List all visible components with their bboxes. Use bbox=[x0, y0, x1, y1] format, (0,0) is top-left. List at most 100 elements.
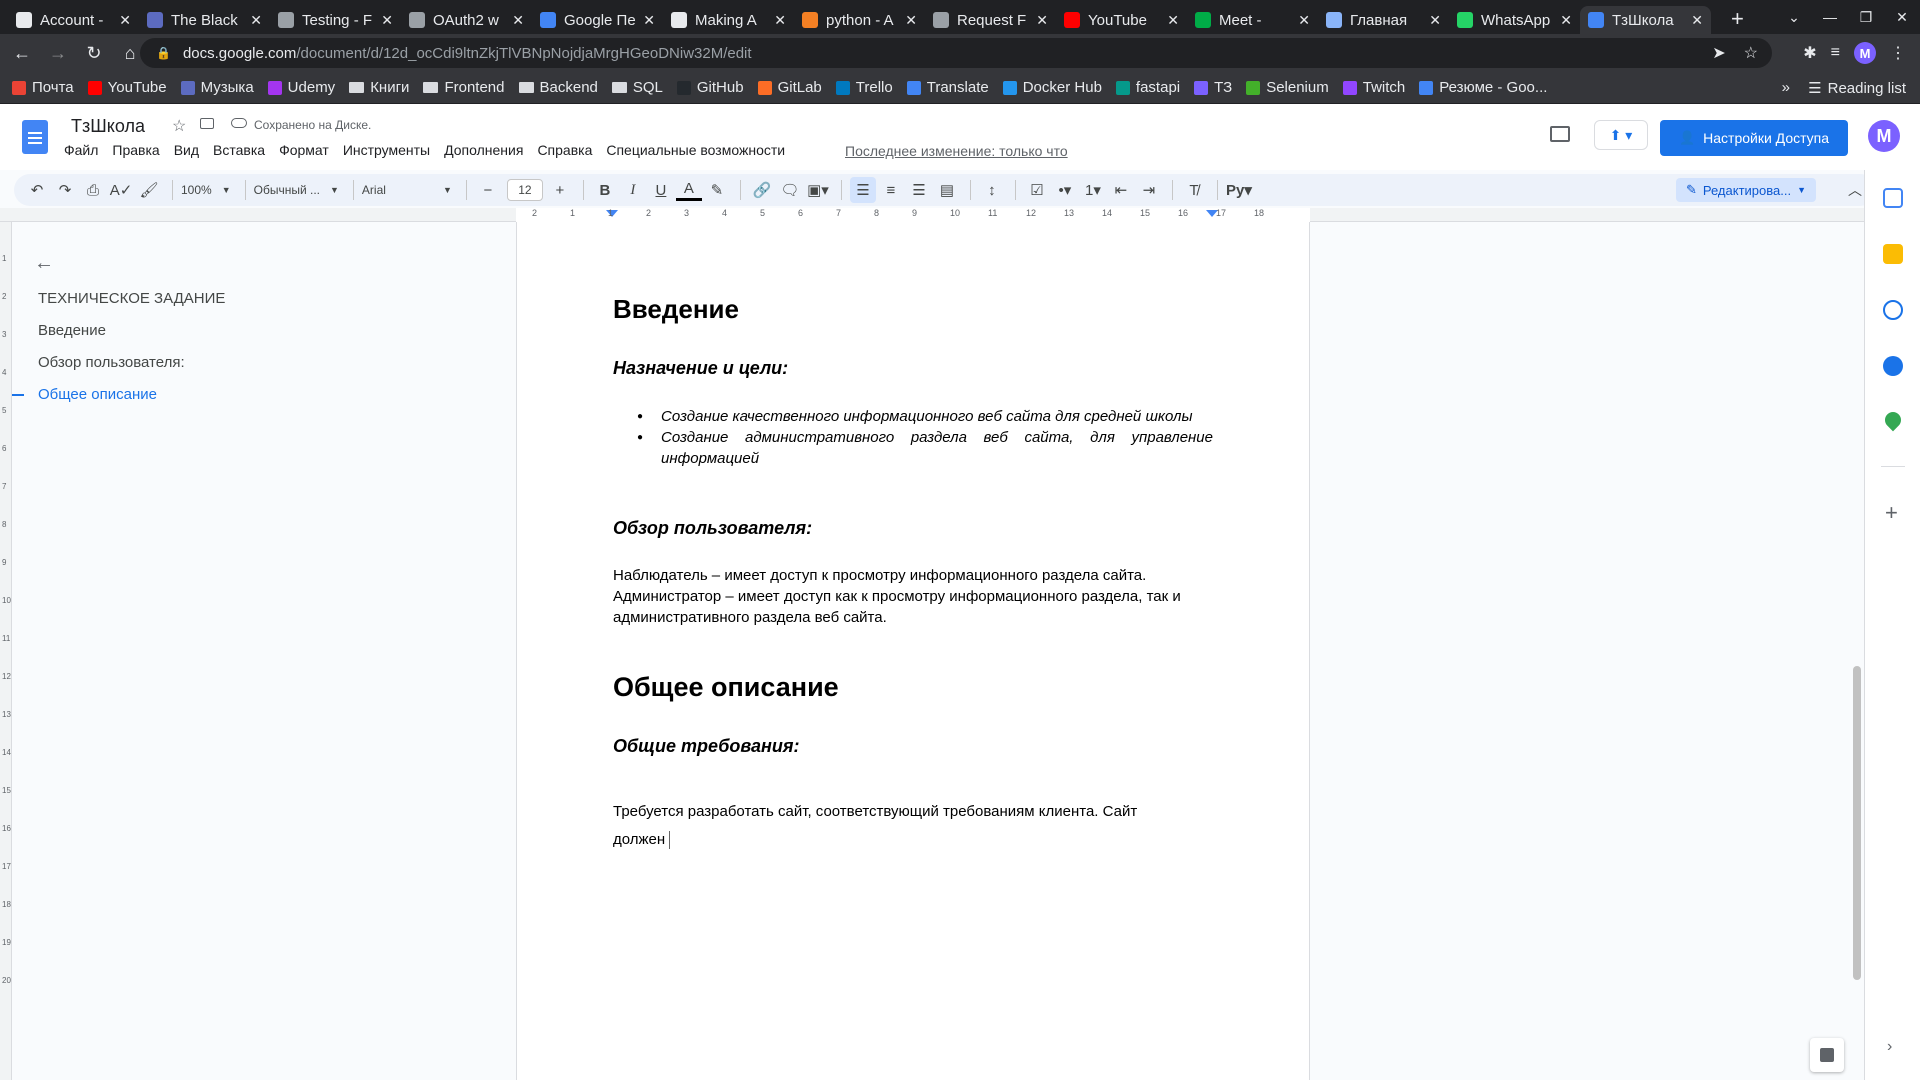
bookmark-item[interactable]: Backend bbox=[518, 79, 598, 96]
link-icon[interactable]: 🔗 bbox=[749, 177, 775, 203]
browser-tab[interactable]: ТзШкола ✕ bbox=[1580, 6, 1711, 34]
editing-mode-select[interactable]: ✎ Редактирова... ▼ bbox=[1675, 178, 1816, 202]
outline-item[interactable]: Обзор пользователя: bbox=[38, 354, 185, 371]
document-title[interactable]: ТзШкола bbox=[71, 116, 145, 137]
browser-tab[interactable]: The Black ✕ bbox=[139, 6, 270, 34]
line-spacing-icon[interactable]: ↕ bbox=[979, 177, 1005, 203]
reading-list-button[interactable]: ☰ Reading list bbox=[1808, 79, 1906, 98]
input-tools-icon[interactable]: Py▾ bbox=[1226, 177, 1252, 203]
list-item[interactable]: Создание административного раздела веб с… bbox=[613, 427, 1213, 469]
bookmarks-overflow-icon[interactable]: » bbox=[1782, 79, 1790, 96]
zoom-select[interactable]: 100% ▼ bbox=[181, 183, 231, 197]
close-window-icon[interactable]: ✕ bbox=[1884, 9, 1920, 26]
clear-formatting-icon[interactable]: T̸ bbox=[1181, 177, 1207, 203]
print-icon[interactable]: ⎙ bbox=[80, 177, 106, 203]
bookmark-item[interactable]: Резюме - Goo... bbox=[1419, 79, 1547, 96]
browser-tab[interactable]: python - A ✕ bbox=[794, 6, 925, 34]
style-select[interactable]: Обычный ... ▼ bbox=[254, 183, 339, 197]
subheading-requirements[interactable]: Общие требования: bbox=[613, 736, 799, 757]
collapse-menus-icon[interactable]: ︿ bbox=[1848, 180, 1862, 200]
browser-tab[interactable]: OAuth2 w ✕ bbox=[401, 6, 532, 34]
checklist-icon[interactable]: ☑ bbox=[1024, 177, 1050, 203]
account-avatar[interactable]: M bbox=[1868, 120, 1900, 152]
menu-item[interactable]: Инструменты bbox=[343, 142, 430, 158]
contacts-icon[interactable] bbox=[1883, 356, 1903, 376]
bookmark-item[interactable]: YouTube bbox=[87, 79, 167, 96]
bookmark-item[interactable]: ТЗ bbox=[1194, 79, 1232, 96]
bold-icon[interactable]: B bbox=[592, 177, 618, 203]
url-bar[interactable]: 🔒 docs.google.com /document/d/12d_ocCdi9… bbox=[140, 38, 1772, 68]
share-button[interactable]: 👤 Настройки Доступа bbox=[1660, 120, 1848, 156]
close-tab-icon[interactable]: ✕ bbox=[1167, 12, 1179, 29]
bookmark-item[interactable]: Twitch bbox=[1342, 79, 1405, 96]
extensions-icon[interactable]: ✱ bbox=[1803, 43, 1816, 63]
bookmark-item[interactable]: Udemy bbox=[267, 79, 335, 96]
bookmark-item[interactable]: GitHub bbox=[676, 79, 744, 96]
align-left-icon[interactable]: ☰ bbox=[849, 177, 876, 203]
close-tab-icon[interactable]: ✕ bbox=[1298, 12, 1310, 29]
star-icon[interactable]: ☆ bbox=[172, 116, 186, 136]
requirements-line-2[interactable]: должен bbox=[613, 829, 671, 850]
browser-tab[interactable]: Testing - F ✕ bbox=[270, 6, 401, 34]
comments-icon[interactable] bbox=[1550, 126, 1570, 142]
decrease-indent-icon[interactable]: ⇤ bbox=[1108, 177, 1134, 203]
text-color-icon[interactable]: A bbox=[675, 179, 702, 201]
present-button[interactable]: ⬆ ▾ bbox=[1594, 120, 1648, 150]
bookmark-item[interactable]: Trello bbox=[835, 79, 893, 96]
italic-icon[interactable]: I bbox=[620, 177, 646, 203]
spellcheck-icon[interactable]: A✓ bbox=[108, 177, 134, 203]
close-tab-icon[interactable]: ✕ bbox=[119, 12, 131, 29]
close-tab-icon[interactable]: ✕ bbox=[643, 12, 655, 29]
browser-menu-icon[interactable]: ⋮ bbox=[1890, 43, 1906, 63]
close-tab-icon[interactable]: ✕ bbox=[381, 12, 393, 29]
browser-tab[interactable]: Request F ✕ bbox=[925, 6, 1056, 34]
decrease-font-size-button[interactable]: − bbox=[475, 177, 501, 203]
close-tab-icon[interactable]: ✕ bbox=[1036, 12, 1048, 29]
browser-tab[interactable]: YouTube ✕ bbox=[1056, 6, 1187, 34]
menu-item[interactable]: Файл bbox=[64, 142, 98, 158]
close-tab-icon[interactable]: ✕ bbox=[250, 12, 262, 29]
scrollbar-thumb[interactable] bbox=[1853, 666, 1861, 980]
browser-tab[interactable]: WhatsApp ✕ bbox=[1449, 6, 1580, 34]
bookmark-item[interactable]: Почта bbox=[12, 79, 74, 96]
bookmark-item[interactable]: Музыка bbox=[180, 79, 254, 96]
subheading-users[interactable]: Обзор пользователя: bbox=[613, 518, 812, 539]
document-page[interactable]: Введение Назначение и цели: Создание кач… bbox=[516, 222, 1310, 1080]
reload-icon[interactable]: ↻ bbox=[80, 43, 108, 64]
add-comment-icon[interactable]: 🗨 bbox=[777, 177, 803, 203]
docs-logo-icon[interactable] bbox=[22, 120, 48, 154]
close-tab-icon[interactable]: ✕ bbox=[774, 12, 786, 29]
send-to-devices-icon[interactable]: ➤ bbox=[1712, 43, 1725, 63]
heading-introduction[interactable]: Введение bbox=[613, 294, 739, 325]
font-size-input[interactable]: 12 bbox=[506, 179, 543, 201]
tasks-icon[interactable] bbox=[1883, 300, 1903, 320]
explore-button[interactable] bbox=[1810, 1038, 1844, 1072]
close-tab-icon[interactable]: ✕ bbox=[512, 12, 524, 29]
requirements-line-1[interactable]: Требуется разработать сайт, соответствую… bbox=[613, 801, 1137, 822]
menu-item[interactable]: Вид bbox=[174, 142, 199, 158]
close-tab-icon[interactable]: ✕ bbox=[1691, 12, 1703, 29]
close-tab-icon[interactable]: ✕ bbox=[1429, 12, 1441, 29]
highlight-icon[interactable]: ✎ bbox=[704, 177, 730, 203]
increase-font-size-button[interactable]: + bbox=[547, 177, 573, 203]
menu-item[interactable]: Формат bbox=[279, 142, 329, 158]
new-tab-icon[interactable]: + bbox=[1731, 6, 1744, 32]
redo-icon[interactable]: ↷ bbox=[52, 177, 78, 203]
hide-side-panel-icon[interactable]: › bbox=[1887, 1038, 1892, 1056]
cloud-saved-icon[interactable] bbox=[231, 118, 247, 128]
list-item[interactable]: Создание качественного информационного в… bbox=[613, 406, 1213, 427]
calendar-icon[interactable] bbox=[1883, 188, 1903, 208]
align-center-icon[interactable]: ≡ bbox=[878, 177, 904, 203]
font-select[interactable]: Arial ▼ bbox=[362, 183, 452, 197]
last-edit-link[interactable]: Последнее изменение: только что bbox=[845, 143, 1068, 159]
minimize-icon[interactable]: — bbox=[1812, 9, 1848, 25]
bookmark-item[interactable]: Selenium bbox=[1246, 79, 1329, 96]
get-addons-icon[interactable]: + bbox=[1885, 500, 1898, 526]
browser-tab[interactable]: Making A ✕ bbox=[663, 6, 794, 34]
menu-item[interactable]: Вставка bbox=[213, 142, 265, 158]
insert-image-icon[interactable]: ▣▾ bbox=[805, 177, 831, 203]
paint-format-icon[interactable]: 🖌 bbox=[136, 177, 162, 203]
tab-search-icon[interactable]: ⌄ bbox=[1776, 9, 1812, 26]
menu-item[interactable]: Правка bbox=[112, 142, 159, 158]
menu-item[interactable]: Справка bbox=[537, 142, 592, 158]
